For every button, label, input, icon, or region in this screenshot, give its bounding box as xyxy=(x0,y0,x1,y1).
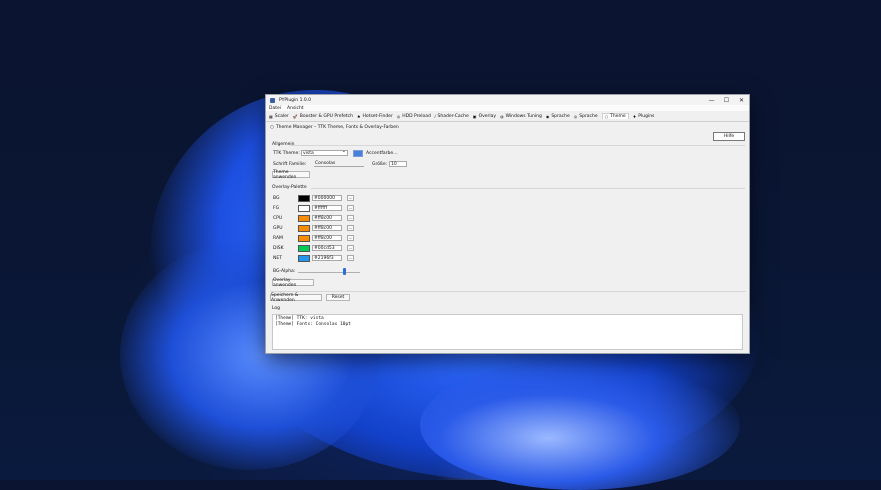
maximize-button[interactable]: ☐ xyxy=(719,95,734,105)
divider xyxy=(270,291,746,292)
bg-alpha-slider-track[interactable] xyxy=(298,272,360,273)
log-line: [Theme] Fonts: Consolas 10pt xyxy=(275,322,351,327)
menu-ansicht[interactable]: Ansicht xyxy=(287,106,304,111)
subheader-text: Theme Manager – TTK Theme, Fonts & Overl… xyxy=(275,124,399,130)
tab-overlay[interactable]: ▣ Overlay xyxy=(473,114,496,119)
language-icon: ◉ xyxy=(545,113,550,119)
log-label: Log xyxy=(272,306,281,311)
scaler-icon: ▦ xyxy=(269,113,273,119)
globe-small-icon: ◎ xyxy=(573,113,578,119)
apply-overlay-button[interactable]: Overlay anwenden xyxy=(272,278,314,288)
palette-label-gpu: GPU xyxy=(273,226,283,231)
palette-hex-disk[interactable]: #00cd53 xyxy=(312,245,342,251)
font-family-label: Schrift Familie: xyxy=(273,162,307,167)
palette-hex-cpu[interactable]: #ff8c00 xyxy=(312,215,342,221)
palette-pick-button-net[interactable]: … xyxy=(347,255,354,261)
tab-label: Sprache xyxy=(579,113,598,119)
accent-color-swatch xyxy=(353,150,363,157)
theme-subheader: ○ Theme Manager – TTK Theme, Fonts & Ove… xyxy=(266,122,749,132)
palette-pick-button-cpu[interactable]: … xyxy=(347,215,354,221)
bg-alpha-label: BG-Alpha: xyxy=(273,269,296,274)
ttk-theme-select[interactable]: vista xyxy=(301,149,348,156)
theme-icon: ○ xyxy=(604,114,609,119)
divider xyxy=(290,145,745,146)
tab-plugins[interactable]: ♦ Plugins xyxy=(633,114,655,119)
palette-pick-button-bg[interactable]: … xyxy=(347,195,354,201)
tab-label: Shader-Cache xyxy=(437,113,469,119)
slash-icon: ⁄ xyxy=(434,113,436,119)
apply-theme-button[interactable]: Theme anwenden xyxy=(272,170,310,180)
palette-pick-button-ram[interactable]: … xyxy=(347,235,354,241)
theme-icon: ○ xyxy=(270,124,274,130)
palette-swatch-gpu xyxy=(298,225,310,232)
tab-hotset-finder[interactable]: ♠ Hotset-Finder xyxy=(357,114,393,119)
tab-theme[interactable]: ○ Theme xyxy=(601,113,629,119)
divider xyxy=(311,188,745,189)
tab-hdd-preload[interactable]: ◎ HDD Preload xyxy=(397,114,431,119)
tab-scaler[interactable]: ▦ Scaler xyxy=(269,114,289,119)
tab-sprache[interactable]: ◉ Sprache xyxy=(546,114,570,119)
reset-button[interactable]: Reset xyxy=(326,294,350,301)
section-overlay-palette: Overlay-Palette xyxy=(272,185,307,190)
tab-windows-tuning[interactable]: ◍ Windows Tuning xyxy=(500,114,542,119)
palette-swatch-cpu xyxy=(298,215,310,222)
palette-pick-button-disk[interactable]: … xyxy=(347,245,354,251)
palette-hex-fg[interactable]: #ffffff xyxy=(312,205,342,211)
log-output[interactable]: [Theme] TTK: vista [Theme] Fonts: Consol… xyxy=(272,314,743,350)
save-apply-button[interactable]: Speichern & Anwenden xyxy=(270,293,322,303)
palette-swatch-bg xyxy=(298,195,310,202)
palette-hex-gpu[interactable]: #ff8c00 xyxy=(312,225,342,231)
palette-hex-ram[interactable]: #ff8c00 xyxy=(312,235,342,241)
tab-bar: ▦ Scaler 🚀 Booster & GPU Prefetch ♠ Hotset-Fi… xyxy=(266,111,749,122)
globe-icon: ◍ xyxy=(500,113,504,119)
tab-label: Windows Tuning xyxy=(505,113,542,119)
font-size-spinbox[interactable]: 10 xyxy=(389,161,407,167)
palette-swatch-net xyxy=(298,255,310,262)
palette-label-fg: FG xyxy=(273,206,280,211)
font-size-label: Größe: xyxy=(372,162,388,167)
tab-sprache[interactable]: ◎ Sprache xyxy=(574,114,598,119)
tab-label: Hotset-Finder xyxy=(362,113,393,119)
disk-icon: ◎ xyxy=(396,113,401,119)
palette-swatch-ram xyxy=(298,235,310,242)
palette-label-cpu: CPU xyxy=(273,216,283,221)
tab-label: Theme xyxy=(610,114,626,119)
tab-shader-cache[interactable]: ⁄ Shader-Cache xyxy=(435,114,469,119)
menu-datei[interactable]: Datei xyxy=(269,106,281,111)
tab-label: Sprache xyxy=(551,113,570,119)
palette-hex-bg[interactable]: #000000 xyxy=(312,195,342,201)
palette-pick-button-fg[interactable]: … xyxy=(347,205,354,211)
title-bar[interactable]: PYPlugin 1.0.0 — ☐ ✕ xyxy=(266,95,749,105)
tab-label: Plugins xyxy=(638,113,655,119)
help-button[interactable]: Hilfe xyxy=(713,132,745,141)
app-icon xyxy=(270,97,275,103)
close-button[interactable]: ✕ xyxy=(734,95,749,105)
palette-swatch-disk xyxy=(298,245,310,252)
palette-label-disk: DISK xyxy=(273,246,284,251)
tab-label: Booster & GPU Prefetch xyxy=(299,113,353,119)
palette-label-bg: BG xyxy=(273,196,280,201)
tab-booster-gpu-prefetch[interactable]: 🚀 Booster & GPU Prefetch xyxy=(293,114,353,119)
bg-alpha-slider-thumb[interactable] xyxy=(343,268,346,275)
window-title: PYPlugin 1.0.0 xyxy=(279,97,312,103)
tab-label: Overlay xyxy=(478,113,497,119)
palette-label-net: NET xyxy=(273,256,282,261)
tab-label: HDD Preload xyxy=(402,113,431,119)
app-window: PYPlugin 1.0.0 — ☐ ✕ Datei Ansicht ▦ Scal… xyxy=(265,94,750,354)
palette-hex-net[interactable]: #2196f3 xyxy=(312,255,342,261)
palette-swatch-fg xyxy=(298,205,310,212)
pin-icon: ♦ xyxy=(632,113,637,119)
tab-label: Scaler xyxy=(274,113,289,119)
font-family-field[interactable]: Consolas xyxy=(314,161,364,167)
accent-color-button[interactable]: Accentfarbe… xyxy=(366,151,398,156)
ttk-theme-label: TTK Theme: xyxy=(273,151,300,156)
palette-pick-button-gpu[interactable]: … xyxy=(347,225,354,231)
wallpaper-bloom xyxy=(420,360,740,490)
rocket-icon: 🚀 xyxy=(292,113,298,119)
overlay-icon: ▣ xyxy=(472,113,477,119)
palette-label-ram: RAM xyxy=(273,236,283,241)
minimize-button[interactable]: — xyxy=(704,95,719,105)
flame-icon: ♠ xyxy=(356,113,361,119)
